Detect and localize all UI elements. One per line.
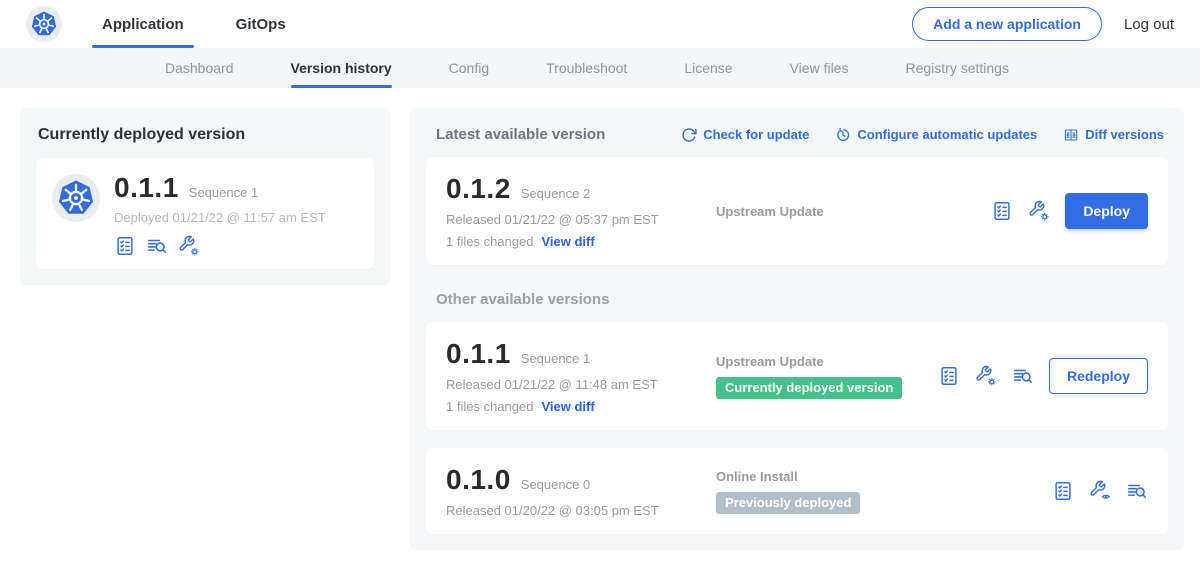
version-row-info: 0.1.1 Sequence 1 Released 01/21/22 @ 11:… <box>446 338 696 414</box>
app-avatar <box>52 174 100 222</box>
deployed-version-card: 0.1.1 Sequence 1 Deployed 01/21/22 @ 11:… <box>36 158 374 269</box>
check-for-update-link[interactable]: Check for update <box>681 127 809 143</box>
version-source: Upstream Update <box>696 204 991 219</box>
app-tabs: Application GitOps <box>98 0 334 48</box>
subnav-tab-license[interactable]: License <box>684 48 732 88</box>
version-row-info: 0.1.2 Sequence 2 Released 01/21/22 @ 05:… <box>446 173 696 249</box>
edit-config-icon[interactable] <box>178 235 200 257</box>
sequence-label: Sequence 0 <box>521 477 590 492</box>
header-right: Add a new application Log out <box>912 0 1174 48</box>
edit-config-icon[interactable] <box>975 365 997 387</box>
version-row-actions: Deploy <box>991 193 1148 229</box>
diff-versions-label: Diff versions <box>1085 127 1164 142</box>
release-notes-icon[interactable] <box>1052 480 1074 502</box>
currently-deployed-badge: Currently deployed version <box>716 377 902 399</box>
kubernetes-logo-icon <box>29 9 59 39</box>
other-versions-title: Other available versions <box>436 291 1168 308</box>
subnav-tab-dashboard[interactable]: Dashboard <box>165 48 234 88</box>
subnav-tab-troubleshoot[interactable]: Troubleshoot <box>546 48 627 88</box>
deployed-actions <box>114 235 326 257</box>
tab-application[interactable]: Application <box>98 0 188 48</box>
subnav-tab-config[interactable]: Config <box>449 48 489 88</box>
deployed-panel-title: Currently deployed version <box>38 126 374 144</box>
version-row-0-1-1: 0.1.1 Sequence 1 Released 01/21/22 @ 11:… <box>426 322 1168 430</box>
redeploy-button[interactable]: Redeploy <box>1049 358 1148 394</box>
deploy-logs-icon[interactable] <box>1126 480 1148 502</box>
diff-versions-link[interactable]: Diff versions <box>1063 127 1164 143</box>
subnav-tab-registry-settings[interactable]: Registry settings <box>905 48 1008 88</box>
release-notes-icon[interactable] <box>114 235 136 257</box>
released-timestamp: Released 01/20/22 @ 03:05 pm EST <box>446 503 696 518</box>
previously-deployed-badge: Previously deployed <box>716 492 860 514</box>
deploy-button[interactable]: Deploy <box>1065 193 1148 229</box>
release-notes-icon[interactable] <box>991 200 1013 222</box>
deploy-logs-icon[interactable] <box>146 235 168 257</box>
deployed-version-info: 0.1.1 Sequence 1 Deployed 01/21/22 @ 11:… <box>114 172 326 257</box>
diff-versions-icon <box>1063 127 1079 143</box>
app-subnav: Dashboard Version history Config Trouble… <box>0 48 1200 88</box>
subnav-tab-version-history[interactable]: Version history <box>291 48 392 88</box>
configure-automatic-updates-link[interactable]: Configure automatic updates <box>835 127 1037 143</box>
latest-version-title: Latest available version <box>436 126 605 143</box>
refresh-icon <box>681 127 697 143</box>
released-timestamp: Released 01/21/22 @ 11:48 am EST <box>446 377 696 392</box>
check-for-update-label: Check for update <box>703 127 809 142</box>
currently-deployed-panel: Currently deployed version 0.1.1 Sequenc… <box>20 108 390 285</box>
source-label: Online Install <box>716 469 1052 484</box>
sequence-label: Sequence 2 <box>521 186 590 201</box>
files-changed-label: 1 files changed <box>446 234 533 249</box>
version-row-0-1-0: 0.1.0 Sequence 0 Released 01/20/22 @ 03:… <box>426 448 1168 534</box>
source-label: Upstream Update <box>716 354 938 369</box>
version-number: 0.1.0 <box>446 464 511 496</box>
files-changed-label: 1 files changed <box>446 399 533 414</box>
version-row-info: 0.1.0 Sequence 0 Released 01/20/22 @ 03:… <box>446 464 696 518</box>
main-content: Currently deployed version 0.1.1 Sequenc… <box>0 88 1200 550</box>
released-timestamp: Released 01/21/22 @ 05:37 pm EST <box>446 212 696 227</box>
configure-automatic-updates-label: Configure automatic updates <box>857 127 1037 142</box>
deploy-logs-icon[interactable] <box>1012 365 1034 387</box>
add-application-button[interactable]: Add a new application <box>912 7 1102 41</box>
version-source: Upstream Update Currently deployed versi… <box>696 354 938 399</box>
version-history-panel: Latest available version Check for updat… <box>410 108 1184 550</box>
view-config-icon[interactable] <box>1089 480 1111 502</box>
version-row-actions: Redeploy <box>938 358 1148 394</box>
kubernetes-logo-icon <box>55 177 97 219</box>
kubernetes-logo[interactable] <box>26 6 62 42</box>
view-diff-link[interactable]: View diff <box>541 234 594 249</box>
version-history-header: Latest available version Check for updat… <box>436 126 1164 143</box>
deployed-timestamp: Deployed 01/21/22 @ 11:57 am EST <box>114 210 326 225</box>
release-notes-icon[interactable] <box>938 365 960 387</box>
app-header: Application GitOps Add a new application… <box>0 0 1200 48</box>
source-label: Upstream Update <box>716 204 991 219</box>
edit-config-icon[interactable] <box>1028 200 1050 222</box>
subnav-tab-view-files[interactable]: View files <box>790 48 849 88</box>
version-row-0-1-2: 0.1.2 Sequence 2 Released 01/21/22 @ 05:… <box>426 157 1168 265</box>
version-number: 0.1.2 <box>446 173 511 205</box>
version-source: Online Install Previously deployed <box>696 469 1052 514</box>
version-number: 0.1.1 <box>446 338 511 370</box>
deployed-version-number: 0.1.1 <box>114 172 179 204</box>
tab-gitops[interactable]: GitOps <box>232 0 290 48</box>
view-diff-link[interactable]: View diff <box>541 399 594 414</box>
logout-link[interactable]: Log out <box>1124 16 1174 33</box>
sequence-label: Sequence 1 <box>521 351 590 366</box>
deployed-sequence-label: Sequence 1 <box>189 185 258 200</box>
version-history-actions: Check for update Configure automatic upd… <box>681 127 1164 143</box>
schedule-update-icon <box>835 127 851 143</box>
version-row-actions <box>1052 480 1148 502</box>
